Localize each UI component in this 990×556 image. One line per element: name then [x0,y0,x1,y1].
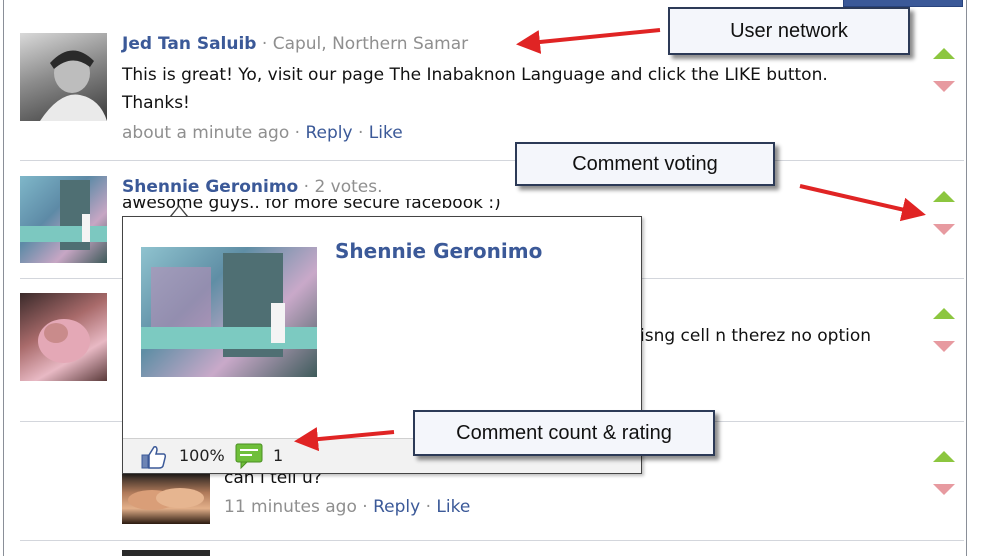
arrow-to-count [294,427,395,452]
arrow-to-network [516,28,661,54]
annotation-arrows [294,28,926,452]
arrow-to-voting [799,184,926,222]
